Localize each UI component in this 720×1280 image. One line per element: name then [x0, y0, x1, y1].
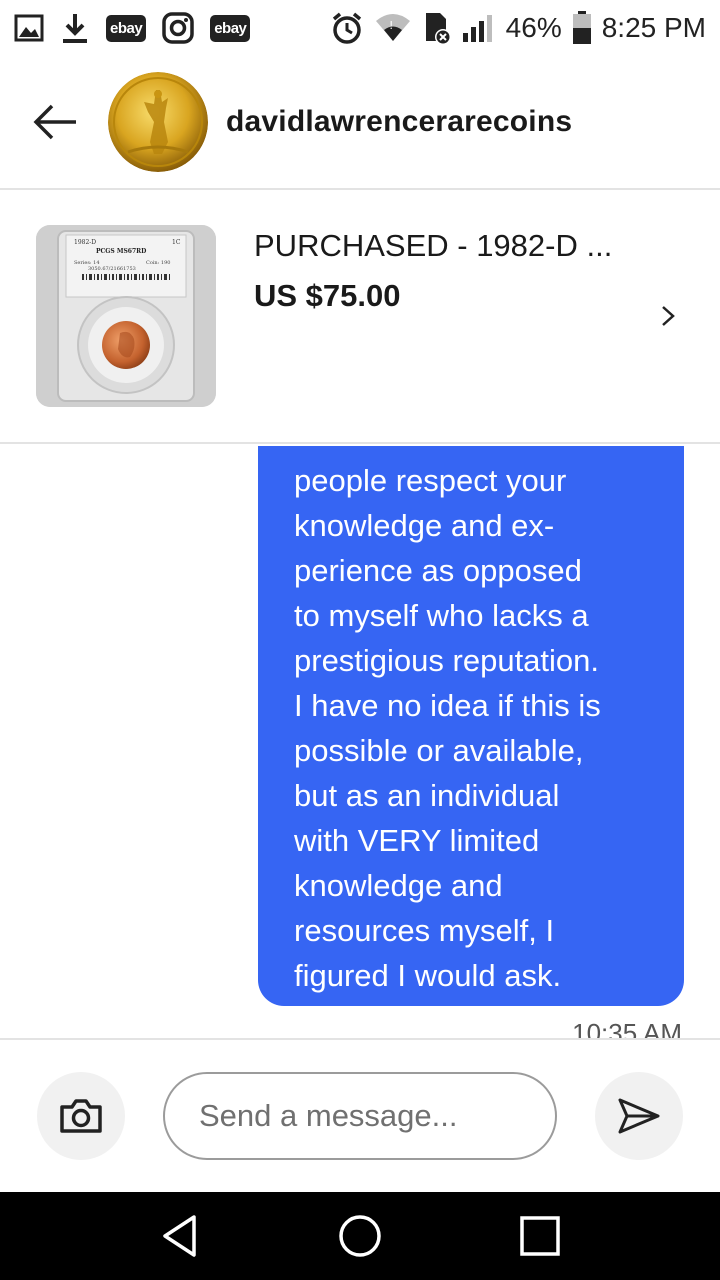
svg-text:PCGS MS67RD: PCGS MS67RD: [96, 248, 146, 255]
seller-name[interactable]: davidlawrencerarecoins: [226, 105, 572, 139]
arrow-left-icon: [33, 104, 76, 140]
svg-text:1982-D: 1982-D: [74, 239, 96, 246]
ebay-app-icon: ebay: [210, 14, 251, 42]
home-circle-icon[interactable]: [330, 1206, 390, 1266]
back-button[interactable]: [24, 92, 84, 152]
battery-percent: 46%: [505, 12, 562, 43]
ebay-app-icon: ebay: [106, 14, 147, 42]
wifi-icon: !: [374, 13, 412, 43]
item-info: PURCHASED - 1982-D ... US $75.00: [254, 228, 634, 314]
svg-text:!: !: [389, 19, 393, 32]
item-thumbnail: 1982-D 1C PCGS MS67RD Series: 14 Coin: 1…: [36, 225, 216, 407]
camera-button[interactable]: [37, 1072, 125, 1160]
svg-text:1C: 1C: [172, 239, 181, 246]
message-text: people respect your knowledge and ex- pe…: [294, 463, 601, 993]
clock: 8:25 PM: [601, 12, 706, 43]
no-sim-icon: [422, 11, 452, 45]
system-nav-bar: [0, 1192, 720, 1280]
send-button[interactable]: [595, 1072, 683, 1160]
sent-message-bubble[interactable]: people respect your knowledge and ex- pe…: [258, 446, 684, 1006]
svg-text:3050.67/21661753: 3050.67/21661753: [88, 266, 136, 272]
item-price: US $75.00: [254, 278, 401, 313]
instagram-icon: [162, 12, 194, 44]
message-input[interactable]: [163, 1072, 557, 1160]
svg-text:Coin: 190: Coin: 190: [146, 260, 170, 266]
recents-square-icon[interactable]: [510, 1206, 570, 1266]
camera-icon: [60, 1099, 102, 1133]
chevron-right-icon[interactable]: [654, 302, 682, 330]
item-card[interactable]: 1982-D 1C PCGS MS67RD Series: 14 Coin: 1…: [0, 190, 720, 444]
image-icon: [14, 14, 44, 42]
message-composer: [0, 1038, 720, 1192]
back-triangle-icon[interactable]: [150, 1206, 210, 1266]
signal-icon: [462, 13, 496, 43]
seller-avatar[interactable]: [108, 72, 208, 172]
message-list[interactable]: people respect your knowledge and ex- pe…: [0, 446, 720, 1038]
screen: ebay ebay ! 46% 8:25 PM davidlawrencerar…: [0, 0, 720, 1280]
conversation-header: davidlawrencerarecoins: [0, 56, 720, 190]
download-icon: [60, 12, 90, 44]
item-title: PURCHASED - 1982-D ...: [254, 228, 613, 263]
battery-icon: [572, 11, 592, 45]
message-timestamp: 10:35 AM: [572, 1018, 682, 1038]
send-icon: [618, 1098, 660, 1134]
status-bar: ebay ebay ! 46% 8:25 PM: [0, 0, 720, 56]
alarm-icon: [330, 11, 364, 45]
